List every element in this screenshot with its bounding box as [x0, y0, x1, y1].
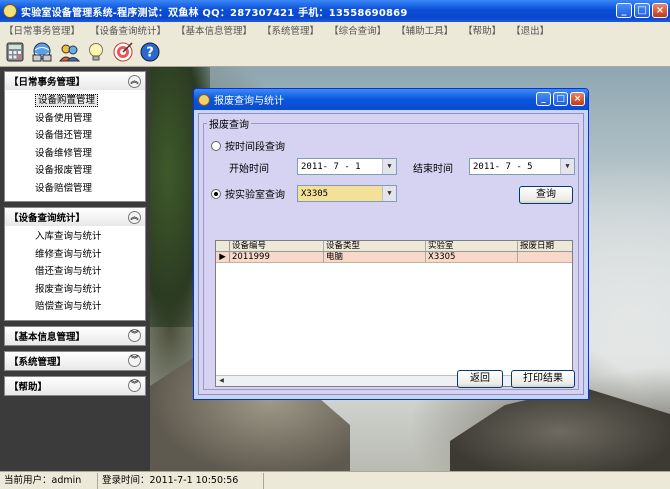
start-time-label: 开始时间	[229, 164, 269, 175]
sidebar-item-scrap-query[interactable]: 报废查询与统计	[5, 281, 145, 299]
panel-header-help[interactable]: 【帮助】 ︾	[5, 376, 145, 395]
sidebar-item-compensation[interactable]: 设备赔偿管理	[5, 180, 145, 198]
dialog-title: 报废查询与统计	[214, 96, 284, 107]
panel-daily: 【日常事务管理】 ︽ 设备购置管理 设备使用管理 设备借还管理 设备维修管理 设…	[4, 71, 146, 202]
lab-select[interactable]: X3305 ▼	[297, 185, 397, 202]
sidebar-item-compensation-query[interactable]: 赔偿查询与统计	[5, 298, 145, 316]
expand-icon[interactable]: ︾	[128, 354, 141, 367]
sidebar-item-borrow[interactable]: 设备借还管理	[5, 127, 145, 145]
menu-item-system[interactable]: 【系统管理】	[262, 23, 319, 37]
group-label: 报废查询	[207, 116, 251, 131]
panel-header-daily[interactable]: 【日常事务管理】 ︽	[5, 72, 145, 90]
table-cell[interactable]: X3305	[426, 252, 518, 262]
radio-by-time[interactable]: 按时间段查询	[211, 138, 285, 153]
sidebar-item-borrow-query[interactable]: 借还查询与统计	[5, 263, 145, 281]
expand-icon[interactable]: ︾	[128, 329, 141, 342]
window-title-bar: 实验室设备管理系统-程序测试：双鱼林 QQ：287307421 手机：13558…	[0, 0, 670, 22]
lightbulb-icon[interactable]	[83, 39, 109, 65]
back-button[interactable]: 返回	[457, 370, 503, 388]
column-header[interactable]: 设备类型	[324, 241, 426, 251]
end-time-label: 结束时间	[413, 164, 453, 175]
chevron-down-icon[interactable]: ▼	[382, 186, 396, 201]
scroll-left-icon[interactable]: ◀	[216, 376, 227, 386]
dialog-close-button[interactable]: ×	[570, 92, 585, 106]
app-icon	[3, 4, 17, 18]
minimize-button[interactable]: _	[616, 3, 632, 18]
panel-header-query-stats[interactable]: 【设备查询统计】 ︽	[5, 208, 145, 226]
sidebar-item-purchase[interactable]: 设备购置管理	[5, 92, 145, 110]
panel-header-system[interactable]: 【系统管理】 ︾	[5, 351, 145, 370]
panel-basic-info: 【基本信息管理】 ︾	[4, 325, 146, 346]
grid-header: 设备编号 设备类型 实验室 报废日期	[216, 241, 572, 252]
menu-item-basic-info[interactable]: 【基本信息管理】	[176, 23, 252, 37]
column-header[interactable]: 设备编号	[230, 241, 324, 251]
sidebar-item-stock-query[interactable]: 入库查询与统计	[5, 228, 145, 246]
maximize-button[interactable]: □	[634, 3, 650, 18]
panel-system: 【系统管理】 ︾	[4, 350, 146, 371]
expand-icon[interactable]: ︾	[128, 379, 141, 392]
target-icon[interactable]	[110, 39, 136, 65]
radio-dot[interactable]	[211, 140, 221, 151]
status-current-user: 当前用户：admin	[0, 472, 98, 489]
users-icon[interactable]	[56, 39, 82, 65]
menu-bar: 【日常事务管理】 【设备查询统计】 【基本信息管理】 【系统管理】 【综合查询】…	[0, 22, 670, 38]
collapse-icon[interactable]: ︽	[128, 210, 141, 224]
panel-header-basic-info[interactable]: 【基本信息管理】 ︾	[5, 326, 145, 345]
table-cell[interactable]	[518, 252, 572, 262]
chevron-down-icon[interactable]: ▼	[382, 159, 396, 174]
menu-item-query-stats[interactable]: 【设备查询统计】	[90, 23, 166, 37]
dialog-title-bar[interactable]: 报废查询与统计 _ □ ×	[194, 89, 588, 110]
close-button[interactable]: ×	[652, 3, 668, 18]
table-cell[interactable]: 2011999	[230, 252, 324, 262]
print-results-button[interactable]: 打印结果	[511, 370, 575, 388]
table-row[interactable]: ▶ 2011999 电脑 X3305	[216, 252, 572, 263]
scrap-query-dialog: 报废查询与统计 _ □ × 报废查询 按时间段查询 开始时间 2011- 7 -…	[193, 88, 589, 400]
svg-text:?: ?	[146, 46, 154, 61]
calculator-icon[interactable]	[2, 39, 28, 65]
window-title: 实验室设备管理系统-程序测试：双鱼林 QQ：287307421 手机：13558…	[21, 7, 408, 19]
help-icon[interactable]: ?	[137, 39, 163, 65]
column-header[interactable]: 实验室	[426, 241, 518, 251]
chevron-down-icon[interactable]: ▼	[560, 159, 574, 174]
sidebar-item-repair-query[interactable]: 维修查询与统计	[5, 246, 145, 264]
status-bar: 当前用户：admin 登录时间：2011-7-1 10:50:56	[0, 471, 670, 489]
network-icon[interactable]	[29, 39, 55, 65]
menu-item-tools[interactable]: 【辅助工具】	[396, 23, 453, 37]
start-date-picker[interactable]: 2011- 7 - 1 ▼	[297, 158, 397, 175]
dialog-minimize-button[interactable]: _	[536, 92, 551, 106]
dialog-app-icon	[198, 93, 210, 106]
query-button[interactable]: 查询	[519, 186, 573, 204]
radio-dot-selected[interactable]	[211, 188, 221, 199]
sidebar-item-repair[interactable]: 设备维修管理	[5, 145, 145, 163]
panel-query-stats: 【设备查询统计】 ︽ 入库查询与统计 维修查询与统计 借还查询与统计 报废查询与…	[4, 207, 146, 321]
toolbar: ?	[0, 38, 670, 67]
sidebar-item-usage[interactable]: 设备使用管理	[5, 110, 145, 128]
sidebar: 【日常事务管理】 ︽ 设备购置管理 设备使用管理 设备借还管理 设备维修管理 设…	[0, 67, 150, 471]
table-cell[interactable]: 电脑	[324, 252, 426, 262]
menu-item-help[interactable]: 【帮助】	[463, 23, 501, 37]
sidebar-item-scrap[interactable]: 设备报废管理	[5, 162, 145, 180]
dialog-body: 报废查询 按时间段查询 开始时间 2011- 7 - 1 ▼ 结束时间 2011…	[198, 113, 584, 395]
panel-help: 【帮助】 ︾	[4, 375, 146, 396]
menu-item-daily[interactable]: 【日常事务管理】	[4, 23, 80, 37]
dialog-maximize-button[interactable]: □	[553, 92, 568, 106]
menu-item-exit[interactable]: 【退出】	[511, 23, 549, 37]
end-date-picker[interactable]: 2011- 7 - 5 ▼	[469, 158, 575, 175]
radio-by-lab[interactable]: 按实验室查询	[211, 186, 285, 201]
column-header[interactable]: 报废日期	[518, 241, 572, 251]
status-login-time: 登录时间：2011-7-1 10:50:56	[98, 472, 264, 489]
collapse-icon[interactable]: ︽	[128, 74, 141, 88]
menu-item-combined-query[interactable]: 【综合查询】	[329, 23, 386, 37]
results-grid: 设备编号 设备类型 实验室 报废日期 ▶ 2011999 电脑 X3305 ◀ …	[215, 240, 573, 387]
row-pointer-icon: ▶	[216, 252, 230, 262]
